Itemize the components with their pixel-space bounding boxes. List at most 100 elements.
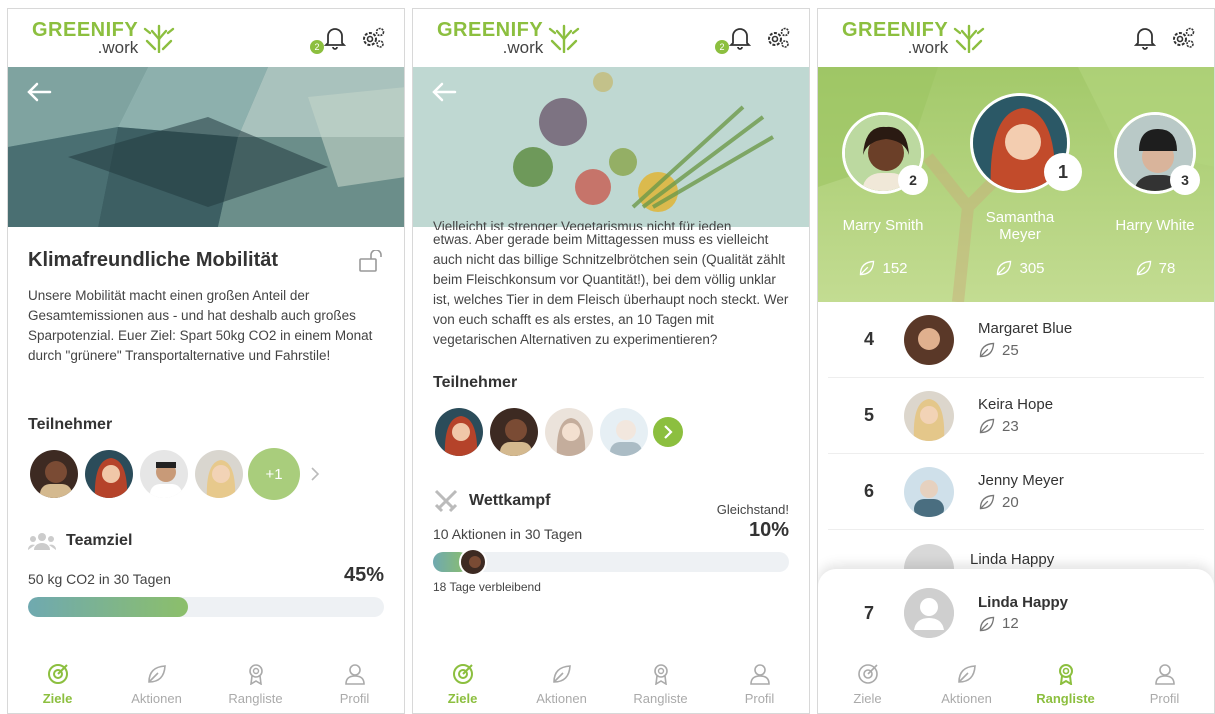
avatar[interactable] [543,406,595,458]
nav-profil[interactable]: Profil [720,663,800,706]
description-cut-line: Vielleicht ist strenger Vegetarismus nic… [433,219,732,230]
rank-badge: 2 [898,165,928,195]
avatar[interactable] [28,448,80,500]
back-arrow-icon[interactable] [26,81,52,103]
award-icon [653,663,668,685]
competition-header: Wettkampf Gleichstand! [433,484,789,517]
default-avatar-icon [904,588,954,638]
avatar [904,314,954,365]
podium-name: Samantha Meyer [985,209,1055,243]
rank-badge: 3 [1170,165,1200,195]
competition-heading: Wettkampf [469,491,551,509]
competition-status: Gleichstand! [716,502,789,517]
nav-profil[interactable]: Profil [315,663,395,706]
team-goal-heading: Teamziel [66,532,133,549]
user-icon [1154,663,1175,685]
chevron-right-icon[interactable] [653,417,683,447]
unlock-icon[interactable] [358,249,384,272]
progress-percent: 45% [343,564,384,586]
participant-list[interactable]: +1 [28,448,384,500]
logo-sub: .work [97,37,139,57]
leaf-icon [997,260,1012,276]
competition-progress-bar [433,548,789,576]
screen-leaderboard: GREENIFY .work 2 1 3 Marry Smith Samanth… [817,8,1215,714]
leaf-icon [860,260,875,276]
leaf-icon [552,664,571,683]
top-bar: GREENIFY .work [818,9,1214,67]
top-bar: GREENIFY .work 2 [413,9,809,67]
top-bar: GREENIFY .work 2 [8,9,404,67]
notification-badge: 2 [715,40,729,54]
avatar [904,390,954,441]
page-title: Klimafreundliche Mobilität [28,249,384,272]
nav-rangliste[interactable]: Rangliste [621,663,701,706]
logo-sub: .work [502,37,544,57]
nav-ziele[interactable]: Ziele [828,663,908,706]
nav-profil[interactable]: Profil [1125,663,1205,706]
leaf-icon [147,664,166,683]
team-progress-bar [28,597,384,617]
progress-percent: 10% [748,519,789,541]
target-icon [452,663,473,684]
avatar[interactable] [488,406,540,458]
hero-image-vegetables [413,67,809,227]
bell-icon[interactable] [1134,26,1156,50]
target-icon [857,663,878,684]
logo: GREENIFY .work [437,18,581,57]
avatar [459,548,487,576]
participants-heading: Teilnehmer [28,416,113,433]
logo: GREENIFY .work [32,18,176,57]
avatar[interactable] [598,406,650,458]
goal-description: Unsere Mobilität macht einen großen Ante… [28,288,373,363]
logo-text: GREENIFY [32,18,139,41]
bell-icon[interactable] [324,26,346,50]
own-rank-card[interactable]: 7 Linda Happy 12 [818,569,1214,657]
settings-icon[interactable] [360,26,386,50]
crossed-swords-icon [434,489,458,512]
leaf-icon [979,494,995,510]
user-icon [344,663,365,685]
settings-icon[interactable] [1170,26,1196,50]
nav-aktionen[interactable]: Aktionen [927,663,1007,706]
avatar[interactable] [433,406,485,458]
notification-badge: 2 [310,40,324,54]
bottom-nav: Ziele Aktionen Rangliste Profil [8,655,404,713]
nav-rangliste[interactable]: Rangliste [216,663,296,706]
podium-points: 78 [1100,259,1210,277]
participant-list[interactable] [433,406,789,458]
nav-ziele[interactable]: Ziele [18,663,98,706]
logo-sub: .work [907,37,949,57]
list-item[interactable]: 4 Margaret Blue 25 [828,302,1204,378]
nav-aktionen[interactable]: Aktionen [522,663,602,706]
back-arrow-icon[interactable] [431,81,457,103]
list-item[interactable]: 6 Jenny Meyer 20 [828,454,1204,530]
leaf-icon [979,418,995,434]
logo-text: GREENIFY [437,18,544,41]
goal-title: Klimafreundliche Mobilität [28,249,279,271]
leaf-icon [957,664,976,683]
settings-icon[interactable] [765,26,791,50]
own-name: Linda Happy [978,593,1069,611]
more-participants-button[interactable]: +1 [248,448,300,500]
screen-goal-mobility: GREENIFY .work 2 Klimafreundliche Mobili… [7,8,405,714]
nav-aktionen[interactable]: Aktionen [117,663,197,706]
chevron-right-icon[interactable] [308,464,322,484]
nav-ziele[interactable]: Ziele [423,663,503,706]
leaf-icon [979,342,995,358]
rank-badge: 1 [1044,153,1082,191]
screen-goal-vegetarian: GREENIFY .work 2 Vielleicht ist strenger… [412,8,810,714]
bottom-nav: Ziele Aktionen Rangliste Profil [818,655,1214,713]
goal-target: 50 kg CO2 in 30 Tagen [28,571,171,587]
own-points: 12 [1002,615,1019,632]
bell-icon[interactable] [729,26,751,50]
progress-fill [28,597,189,617]
podium-points: 305 [968,259,1072,277]
list-item[interactable]: 5 Keira Hope 23 [828,378,1204,454]
avatar[interactable] [138,448,190,500]
goal-description: etwas. Aber gerade beim Mittagessen muss… [433,232,789,347]
avatar[interactable] [193,448,245,500]
avatar[interactable] [83,448,135,500]
avatar [904,466,954,517]
nav-rangliste[interactable]: Rangliste [1026,663,1106,706]
bottom-nav: Ziele Aktionen Rangliste Profil [413,655,809,713]
